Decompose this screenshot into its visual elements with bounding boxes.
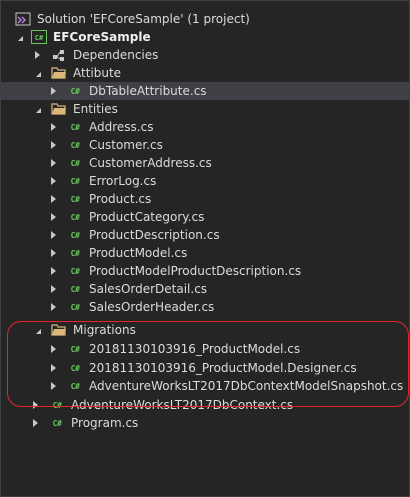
csharp-file-icon: C# <box>70 381 80 391</box>
csharp-file-icon: C# <box>70 230 80 240</box>
csharp-file-icon: C# <box>70 140 80 150</box>
tree-item-folder-entities[interactable]: Entities <box>1 100 409 118</box>
collapse-arrow-icon[interactable] <box>47 262 59 280</box>
collapse-arrow-icon[interactable] <box>29 396 41 414</box>
csharp-file-icon: C# <box>70 194 80 204</box>
solution-label: Solution 'EFCoreSample' (1 project) <box>37 12 250 26</box>
tree-item-file[interactable]: C# AdventureWorksLT2017DbContext.cs <box>1 396 409 414</box>
file-label: 20181130103916_ProductModel.cs <box>89 342 301 356</box>
file-label: 20181130103916_ProductModel.Designer.cs <box>89 361 357 375</box>
tree-item-folder-migrations[interactable]: Migrations <box>1 321 409 339</box>
csharp-file-icon: C# <box>70 212 80 222</box>
dependencies-icon <box>51 47 67 63</box>
collapse-arrow-icon[interactable] <box>47 82 59 100</box>
collapse-arrow-icon[interactable] <box>47 244 59 262</box>
tree-item-file[interactable]: C# CustomerAddress.cs <box>1 154 409 172</box>
file-label: ProductModelProductDescription.cs <box>89 264 302 278</box>
csharp-file-icon: C# <box>70 284 80 294</box>
tree-item-file[interactable]: C# Customer.cs <box>1 136 409 154</box>
file-label: ProductCategory.cs <box>89 210 205 224</box>
csharp-file-icon: C# <box>70 158 80 168</box>
tree-item-file[interactable]: C# ProductModelProductDescription.cs <box>1 262 409 280</box>
folder-label: Entities <box>73 102 118 116</box>
file-label: Customer.cs <box>89 138 163 152</box>
project-label: EFCoreSample <box>53 30 151 44</box>
tree-item-file[interactable]: C# ProductDescription.cs <box>1 226 409 244</box>
tree-item-file[interactable]: C# ProductCategory.cs <box>1 208 409 226</box>
csharp-file-icon: C# <box>70 176 80 186</box>
folder-open-icon <box>51 322 67 338</box>
collapse-arrow-icon[interactable] <box>47 136 59 154</box>
csharp-file-icon: C# <box>52 400 62 410</box>
csharp-file-icon: C# <box>70 344 80 354</box>
file-label: SalesOrderHeader.cs <box>89 300 215 314</box>
tree-item-project[interactable]: C# EFCoreSample <box>1 28 409 46</box>
solution-explorer-panel: Solution 'EFCoreSample' (1 project) C# E… <box>0 0 410 497</box>
collapse-arrow-icon[interactable] <box>47 154 59 172</box>
csharp-project-icon: C# <box>31 29 47 45</box>
folder-label: Migrations <box>73 323 136 337</box>
tree-item-file[interactable]: C# AdventureWorksLT2017DbContextModelSna… <box>1 377 409 395</box>
collapse-arrow-icon[interactable] <box>47 172 59 190</box>
collapse-arrow-icon[interactable] <box>47 340 59 358</box>
file-label: SalesOrderDetail.cs <box>89 282 208 296</box>
file-label: ErrorLog.cs <box>89 174 157 188</box>
csharp-file-icon: C# <box>70 363 80 373</box>
file-label: CustomerAddress.cs <box>89 156 212 170</box>
tree-item-file-dbtableattribute[interactable]: C# DbTableAttribute.cs <box>1 82 409 100</box>
dependencies-label: Dependencies <box>73 48 159 62</box>
csharp-file-icon: C# <box>70 248 80 258</box>
file-label: AdventureWorksLT2017DbContextModelSnapsh… <box>89 379 404 393</box>
solution-icon <box>15 11 31 27</box>
tree-item-file[interactable]: C# ProductModel.cs <box>1 244 409 262</box>
csharp-file-icon: C# <box>70 86 80 96</box>
tree-item-file[interactable]: C# 20181130103916_ProductModel.cs <box>1 340 409 358</box>
collapse-arrow-icon[interactable] <box>47 208 59 226</box>
file-label: Address.cs <box>89 120 154 134</box>
collapse-arrow-icon[interactable] <box>47 226 59 244</box>
tree-item-file[interactable]: C# Product.cs <box>1 190 409 208</box>
collapse-arrow-icon[interactable] <box>29 414 41 432</box>
tree-item-solution[interactable]: Solution 'EFCoreSample' (1 project) <box>1 10 409 28</box>
tree-item-file[interactable]: C# 20181130103916_ProductModel.Designer.… <box>1 359 409 377</box>
collapse-arrow-icon[interactable] <box>47 298 59 316</box>
expand-arrow-icon[interactable] <box>31 100 43 118</box>
expand-arrow-icon[interactable] <box>13 28 25 46</box>
tree-item-file[interactable]: C# Program.cs <box>1 414 409 432</box>
tree-item-file[interactable]: C# SalesOrderHeader.cs <box>1 298 409 316</box>
svg-text:C#: C# <box>35 34 44 42</box>
tree-item-file[interactable]: C# ErrorLog.cs <box>1 172 409 190</box>
expand-arrow-icon[interactable] <box>31 321 43 339</box>
collapse-arrow-icon[interactable] <box>47 359 59 377</box>
file-label: DbTableAttribute.cs <box>89 84 207 98</box>
tree-item-file[interactable]: C# SalesOrderDetail.cs <box>1 280 409 298</box>
collapse-arrow-icon[interactable] <box>47 377 59 395</box>
file-label: Program.cs <box>71 416 139 430</box>
collapse-arrow-icon[interactable] <box>47 280 59 298</box>
csharp-file-icon: C# <box>70 122 80 132</box>
csharp-file-icon: C# <box>52 418 62 428</box>
csharp-file-icon: C# <box>70 266 80 276</box>
file-label: AdventureWorksLT2017DbContext.cs <box>71 398 294 412</box>
file-label: ProductModel.cs <box>89 246 188 260</box>
collapse-arrow-icon[interactable] <box>47 118 59 136</box>
tree-item-folder-attribute[interactable]: Attibute <box>1 64 409 82</box>
folder-label: Attibute <box>73 66 122 80</box>
tree-item-file[interactable]: C# Address.cs <box>1 118 409 136</box>
tree-item-dependencies[interactable]: Dependencies <box>1 46 409 64</box>
folder-open-icon <box>51 65 67 81</box>
csharp-file-icon: C# <box>70 302 80 312</box>
expand-arrow-icon[interactable] <box>31 64 43 82</box>
file-label: Product.cs <box>89 192 152 206</box>
collapse-arrow-icon[interactable] <box>31 46 43 64</box>
folder-open-icon <box>51 101 67 117</box>
collapse-arrow-icon[interactable] <box>47 190 59 208</box>
file-label: ProductDescription.cs <box>89 228 220 242</box>
